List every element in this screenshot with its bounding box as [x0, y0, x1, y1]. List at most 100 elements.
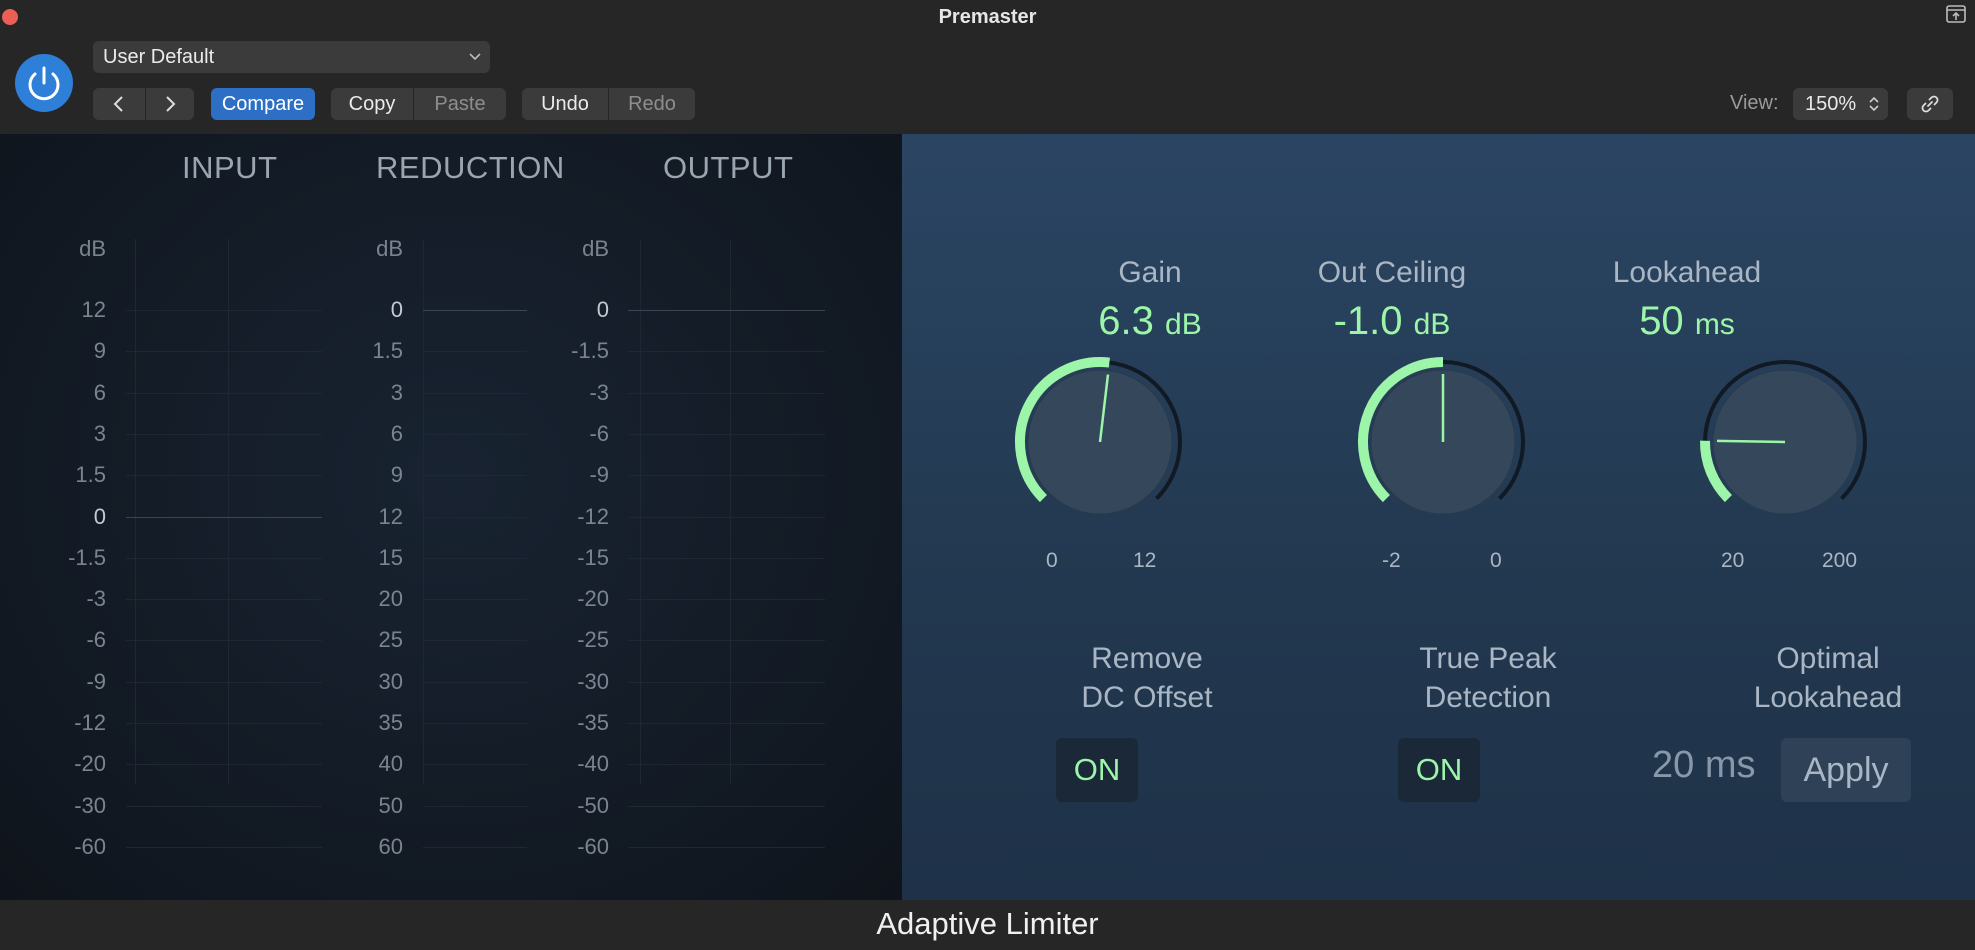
out-ceiling-max-label: 0	[1490, 549, 1502, 572]
reduction-tick-label: 1.5	[372, 338, 403, 364]
title-bar: Premaster	[0, 0, 1975, 34]
input-tick-label: -12	[74, 710, 106, 735]
plugin-name: Adaptive Limiter	[876, 906, 1099, 941]
controls-panel: Gain 6.3 dB 0 12 Out Ceiling -1.0 dB -2 …	[902, 134, 1975, 900]
input-tick-label: -20	[74, 751, 106, 777]
reduction-gridline	[423, 599, 527, 601]
lookahead-title: Lookahead	[1612, 256, 1762, 289]
lookahead-knob[interactable]	[1695, 352, 1875, 532]
reduction-tick-label: 9	[390, 462, 403, 488]
power-icon	[28, 66, 60, 101]
paste-button[interactable]: Paste	[414, 88, 506, 120]
output-tick-label: -20	[577, 586, 609, 612]
input-gridline	[126, 805, 322, 807]
chevron-left-icon	[113, 96, 123, 112]
reduction-gridline	[423, 764, 527, 766]
reduction-tick-label: 15	[378, 544, 403, 570]
gain-value: 6.3 dB	[1050, 299, 1250, 344]
input-tick-label: -6	[86, 627, 106, 653]
power-button[interactable]	[15, 54, 73, 112]
reduction-tick-label: 0	[390, 297, 403, 322]
out-ceiling-value: -1.0 dB	[1292, 299, 1492, 344]
input-meter-header: INPUT	[182, 150, 278, 185]
output-tick-label: 0	[596, 297, 609, 322]
output-gridline	[628, 764, 825, 766]
input-tick-label: -3	[86, 586, 106, 612]
true-peak-toggle[interactable]: ON	[1398, 738, 1480, 802]
reduction-gridline	[423, 392, 527, 394]
output-tick-label: -35	[577, 710, 609, 735]
optimal-lookahead-title-line2: Lookahead	[1753, 681, 1903, 714]
output-tick-label: -50	[577, 792, 609, 818]
input-gridline	[126, 846, 322, 848]
lookahead-value: 50 ms	[1587, 299, 1787, 344]
expand-icon[interactable]	[1945, 4, 1967, 24]
reduction-tick-label: 60	[378, 833, 403, 859]
gain-max-label: 12	[1133, 549, 1157, 572]
undo-button[interactable]: Undo	[522, 88, 608, 120]
lookahead-max-label: 200	[1822, 549, 1858, 572]
input-gridline	[126, 475, 322, 477]
true-peak-title-line2: Detection	[1424, 681, 1552, 714]
apply-button[interactable]: Apply	[1781, 738, 1911, 802]
output-gridline	[628, 805, 825, 807]
true-peak-title-line1: True Peak	[1419, 642, 1557, 675]
reduction-gridline	[423, 516, 527, 518]
input-tick-label: -1.5	[68, 544, 106, 570]
view-label: View:	[1730, 92, 1779, 114]
out-ceiling-value-unit: dB	[1413, 308, 1451, 341]
gain-value-unit: dB	[1165, 308, 1202, 341]
optimal-lookahead-title-line1: Optimal	[1776, 642, 1880, 675]
output-tick-label: -15	[577, 544, 609, 570]
output-tick-label: -1.5	[571, 338, 609, 364]
reduction-tick-label: 25	[378, 627, 403, 653]
reduction-tick-label: 40	[378, 751, 403, 777]
reduction-gridline	[423, 557, 527, 559]
copy-button[interactable]: Copy	[331, 88, 413, 120]
input-tick-label: -9	[86, 668, 106, 694]
input-unit-label: dB	[79, 236, 106, 261]
output-meter-edge	[640, 239, 641, 784]
input-gridline	[126, 516, 322, 518]
reduction-gridline	[423, 846, 527, 848]
input-tick-label: 9	[93, 338, 106, 364]
reduction-meter-edge	[423, 239, 424, 784]
window-title: Premaster	[938, 6, 1037, 28]
previous-preset-button[interactable]	[93, 88, 145, 120]
output-tick-label: -6	[589, 420, 609, 446]
link-button[interactable]	[1907, 88, 1953, 120]
lookahead-min-label: 20	[1721, 549, 1745, 572]
preset-dropdown[interactable]: User Default	[93, 41, 490, 73]
output-unit-label: dB	[582, 236, 609, 261]
input-gridline	[126, 599, 322, 601]
input-gridline	[126, 640, 322, 642]
redo-button[interactable]: Redo	[609, 88, 695, 120]
output-gridline	[628, 681, 825, 683]
input-meter-divider	[228, 239, 229, 784]
out-ceiling-title: Out Ceiling	[1317, 256, 1467, 289]
output-tick-label: -12	[577, 503, 609, 529]
input-tick-label: 6	[93, 379, 106, 405]
out-ceiling-knob[interactable]	[1353, 352, 1533, 532]
input-gridline	[126, 723, 322, 724]
view-zoom-select[interactable]: 150%	[1793, 88, 1888, 120]
output-tick-label: -9	[589, 462, 609, 488]
reduction-gridline	[423, 310, 527, 311]
output-meter-header: OUTPUT	[663, 150, 794, 185]
output-gridline	[628, 557, 825, 559]
input-tick-label: -30	[74, 792, 106, 818]
next-preset-button[interactable]	[146, 88, 194, 120]
remove-dc-toggle[interactable]: ON	[1056, 738, 1138, 802]
output-tick-label: -40	[577, 751, 609, 777]
reduction-tick-label: 3	[390, 379, 403, 405]
input-gridline	[126, 557, 322, 559]
output-meter-divider	[730, 239, 731, 784]
gain-knob[interactable]	[1010, 352, 1190, 532]
compare-button[interactable]: Compare	[211, 88, 315, 120]
reduction-gridline	[423, 723, 527, 724]
output-gridline	[628, 433, 825, 435]
optimal-lookahead-value: 20 ms	[1652, 744, 1756, 786]
input-gridline	[126, 681, 322, 683]
output-gridline	[628, 351, 825, 353]
input-gridline	[126, 351, 322, 353]
